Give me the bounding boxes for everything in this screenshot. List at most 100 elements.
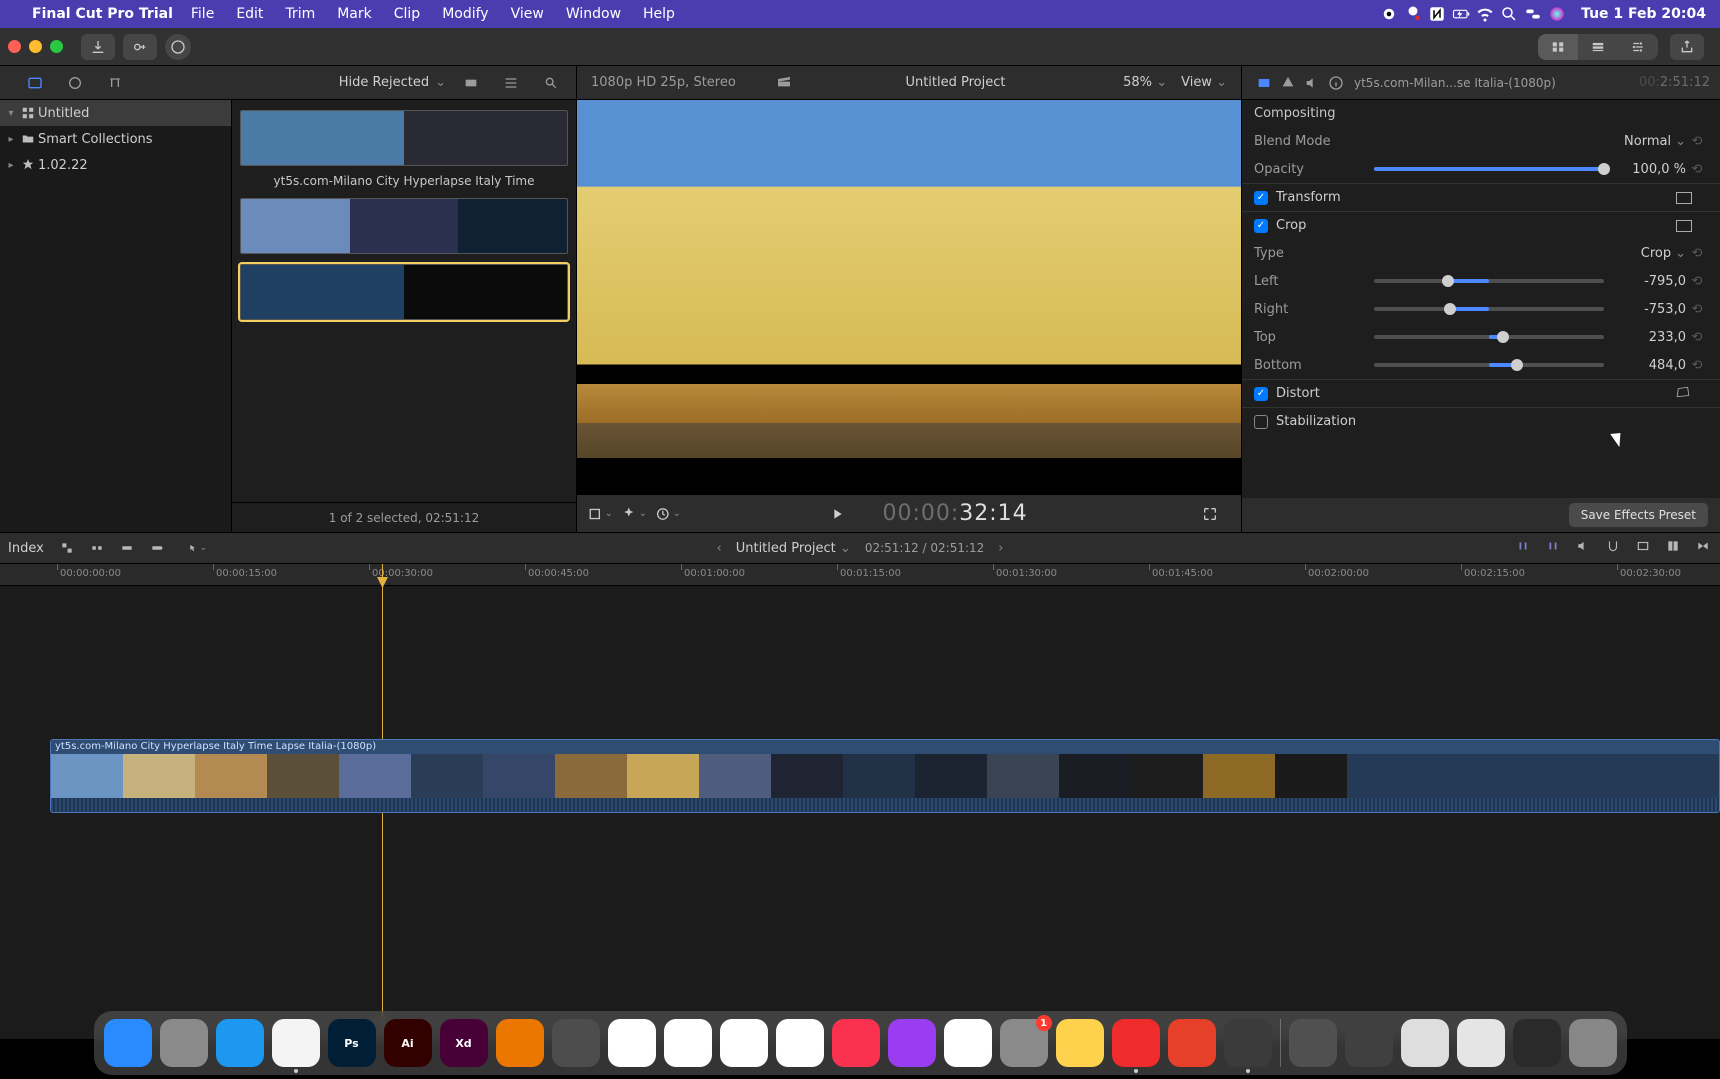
stage-manager-icon[interactable] (1401, 5, 1425, 23)
dock-item-doc1[interactable] (1289, 1019, 1337, 1067)
close-window-icon[interactable] (8, 40, 21, 53)
reset-icon[interactable]: ⟲ (1686, 330, 1708, 345)
dock-app-finalcut[interactable] (1224, 1019, 1272, 1067)
reset-icon[interactable]: ⟲ (1686, 162, 1708, 177)
timeline-ruler[interactable]: 00:00:00:0000:00:15:0000:00:30:0000:00:4… (0, 564, 1720, 586)
library-tab-icon[interactable] (20, 75, 50, 91)
import-button[interactable] (81, 34, 115, 60)
viewer-canvas[interactable] (577, 100, 1241, 494)
dock-item-trash[interactable] (1569, 1019, 1617, 1067)
view-dropdown[interactable]: View ⌄ (1181, 75, 1227, 90)
screen-record-icon[interactable] (1377, 5, 1401, 23)
menu-window[interactable]: Window (566, 6, 621, 22)
video-inspector-icon[interactable] (1252, 75, 1276, 91)
skimming-icon[interactable] (1514, 539, 1532, 557)
disclosure-icon[interactable]: ▸ (4, 160, 18, 171)
transform-checkbox[interactable]: ✓ (1254, 191, 1268, 205)
reset-icon[interactable]: ⟲ (1686, 302, 1708, 317)
media-clip[interactable] (240, 264, 568, 320)
menu-file[interactable]: File (191, 6, 214, 22)
dock-app-settings[interactable]: 1 (1000, 1019, 1048, 1067)
menu-edit[interactable]: Edit (236, 6, 263, 22)
overwrite-clip-icon[interactable] (146, 539, 168, 557)
dock-app-messenger[interactable] (608, 1019, 656, 1067)
clip-appearance-icon[interactable] (1634, 539, 1652, 557)
solo-icon[interactable] (1574, 539, 1592, 557)
retime-tool-dropdown[interactable]: ⌄ (655, 503, 681, 525)
dock-app-blender[interactable] (496, 1019, 544, 1067)
append-clip-icon[interactable] (116, 539, 138, 557)
spotlight-icon[interactable] (1497, 5, 1521, 23)
save-effects-preset-button[interactable]: Save Effects Preset (1569, 503, 1708, 527)
timeline-prev-icon[interactable]: ‹ (717, 541, 722, 556)
dock-app-podcasts[interactable] (888, 1019, 936, 1067)
crop-param-slider[interactable] (1374, 279, 1604, 283)
crop-param-value[interactable]: -753,0 (1614, 302, 1686, 317)
titles-tab-icon[interactable] (100, 75, 130, 91)
crop-thumbnail-icon[interactable] (1676, 220, 1692, 232)
dock-app-krita[interactable] (552, 1019, 600, 1067)
zoom-dropdown[interactable]: 58% ⌄ (1123, 75, 1167, 90)
dock-app-photos[interactable] (776, 1019, 824, 1067)
timeline-index-button[interactable]: Index (8, 541, 44, 556)
dock-app-chrome[interactable] (272, 1019, 320, 1067)
menu-clip[interactable]: Clip (394, 6, 420, 22)
crop-param-value[interactable]: 233,0 (1614, 330, 1686, 345)
crop-section-title[interactable]: Crop (1276, 218, 1386, 233)
menu-help[interactable]: Help (643, 6, 675, 22)
distort-thumbnail-icon[interactable] (1674, 385, 1692, 403)
dock-app-ai[interactable]: Ai (384, 1019, 432, 1067)
crop-param-slider[interactable] (1374, 335, 1604, 339)
workspace-segmented-control[interactable] (1538, 34, 1658, 60)
dock-item-doc4[interactable] (1457, 1019, 1505, 1067)
workspace-timeline-icon[interactable] (1578, 34, 1618, 60)
transform-tool-dropdown[interactable]: ⌄ (587, 503, 613, 525)
dock-app-mail[interactable] (664, 1019, 712, 1067)
play-button[interactable] (824, 503, 850, 525)
snapping-icon[interactable] (1604, 539, 1622, 557)
battery-icon[interactable] (1449, 5, 1473, 23)
transform-section-title[interactable]: Transform (1276, 190, 1386, 205)
dock-app-music[interactable] (832, 1019, 880, 1067)
project-name[interactable]: Untitled Project (905, 75, 1005, 90)
menu-mark[interactable]: Mark (337, 6, 372, 22)
stabilization-section-title[interactable]: Stabilization (1276, 414, 1386, 429)
transitions-browser-icon[interactable] (1694, 539, 1712, 557)
dock-item-doc3[interactable] (1401, 1019, 1449, 1067)
background-tasks-button[interactable] (165, 34, 191, 60)
notion-icon[interactable] (1425, 5, 1449, 23)
blend-mode-dropdown[interactable]: Normal⌄ (1624, 134, 1686, 149)
disclosure-icon[interactable]: ▸ (4, 134, 18, 145)
connect-clip-icon[interactable] (56, 539, 78, 557)
clip-filter-dropdown[interactable]: Hide Rejected (339, 75, 429, 90)
dock-app-safari[interactable] (216, 1019, 264, 1067)
dock-app-maps[interactable] (720, 1019, 768, 1067)
workspace-inspector-icon[interactable] (1618, 34, 1658, 60)
reset-icon[interactable]: ⟲ (1686, 134, 1708, 149)
reset-icon[interactable]: ⟲ (1686, 358, 1708, 373)
reset-icon[interactable]: ⟲ (1686, 274, 1708, 289)
clock[interactable]: Tue 1 Feb 20:04 (1581, 6, 1706, 22)
transform-thumbnail-icon[interactable] (1676, 192, 1692, 204)
share-button[interactable] (1670, 34, 1704, 60)
viewer-timecode[interactable]: 00:00:32:14 (882, 501, 1027, 526)
crop-param-slider[interactable] (1374, 363, 1604, 367)
sidebar-item-event[interactable]: ▸ 1.02.22 (0, 152, 231, 178)
audio-skimming-icon[interactable] (1544, 539, 1562, 557)
distort-section-title[interactable]: Distort (1276, 386, 1386, 401)
crop-param-value[interactable]: 484,0 (1614, 358, 1686, 373)
effects-browser-icon[interactable] (1664, 539, 1682, 557)
menu-trim[interactable]: Trim (285, 6, 315, 22)
zoom-window-icon[interactable] (50, 40, 63, 53)
opacity-value[interactable]: 100,0 % (1614, 162, 1686, 177)
dock-app-xd[interactable]: Xd (440, 1019, 488, 1067)
info-inspector-icon[interactable] (1324, 75, 1348, 91)
window-controls[interactable] (8, 40, 63, 53)
timeline-next-icon[interactable]: › (998, 541, 1003, 556)
search-icon[interactable] (536, 75, 566, 91)
photos-tab-icon[interactable] (60, 75, 90, 91)
fullscreen-button[interactable] (1197, 503, 1223, 525)
crop-param-value[interactable]: -795,0 (1614, 274, 1686, 289)
media-clip[interactable] (240, 198, 568, 254)
timeline-project-dropdown[interactable]: Untitled Project ⌄ (736, 541, 851, 556)
